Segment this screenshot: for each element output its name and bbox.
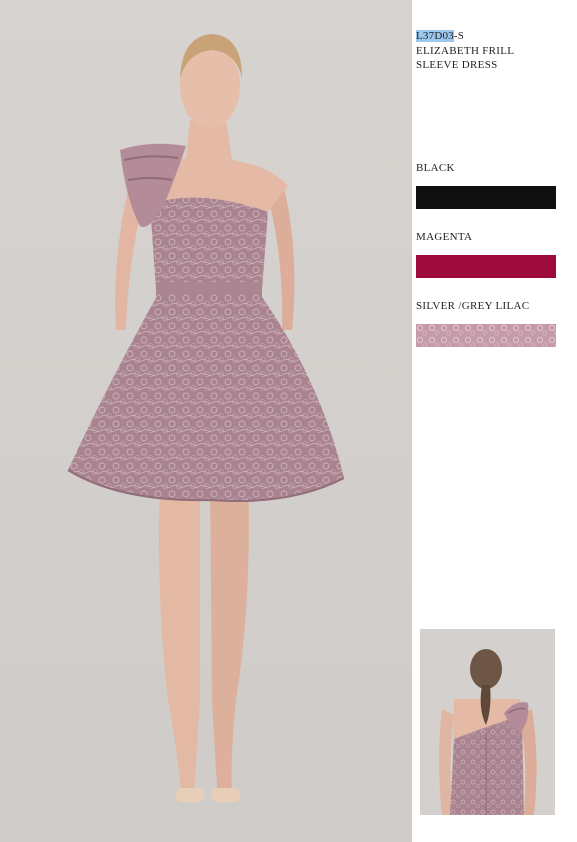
color-swatch-silver-grey-lilac [416, 324, 556, 347]
product-code: L37D03-S [416, 30, 464, 43]
color-label-magenta: MAGENTA [416, 231, 473, 243]
model-front-photo [0, 0, 412, 842]
color-swatch-black [416, 186, 556, 209]
color-label-black: BLACK [416, 162, 455, 174]
model-back-photo [420, 629, 555, 815]
product-code-suffix: -S [453, 30, 465, 42]
product-name-line2: SLEEVE DRESS [416, 59, 498, 71]
product-name: ELIZABETH FRILL SLEEVE DRESS [416, 44, 514, 72]
product-name-line1: ELIZABETH FRILL [416, 45, 515, 57]
product-code-highlighted: L37D03 [416, 30, 454, 42]
color-swatch-magenta [416, 255, 556, 278]
color-label-silver-grey-lilac: SILVER /GREY LILAC [416, 300, 530, 312]
